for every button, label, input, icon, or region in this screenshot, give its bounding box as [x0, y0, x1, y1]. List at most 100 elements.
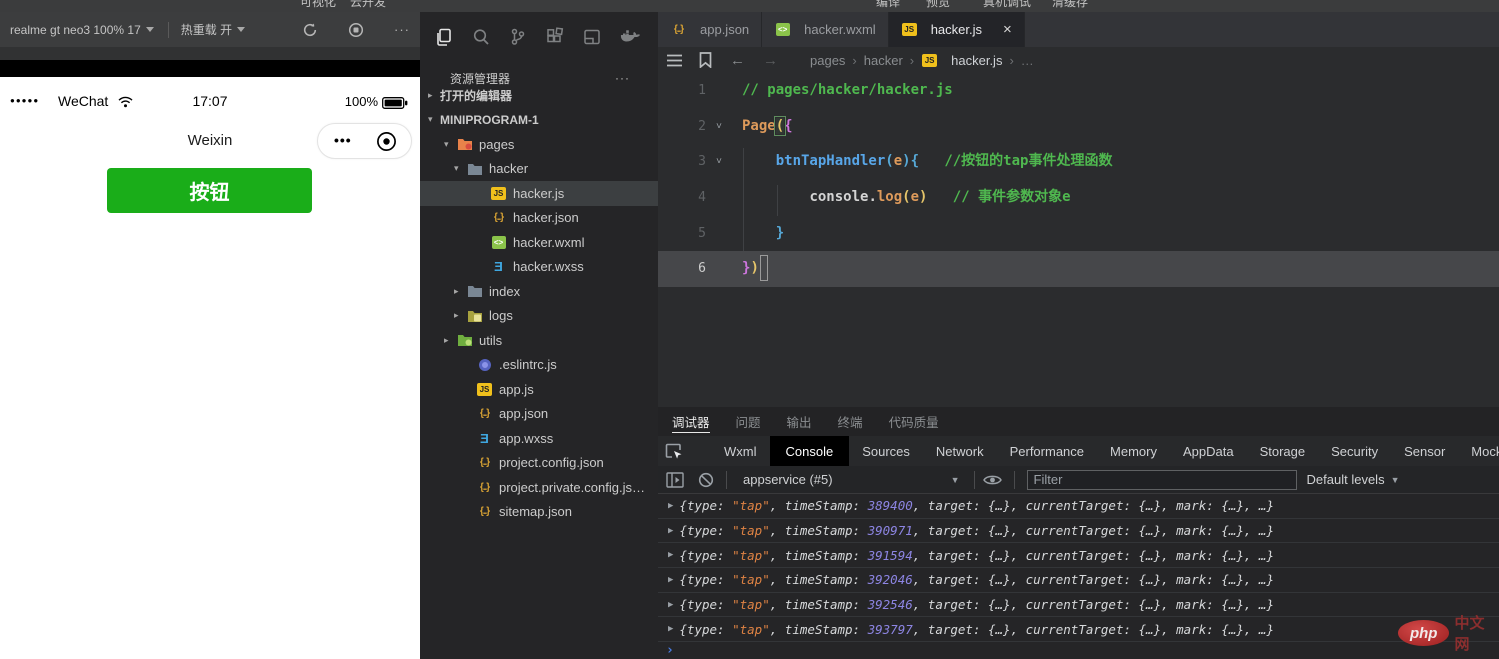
device-selector-dropdown[interactable]: realme gt neo3 100% 17 — [10, 23, 154, 37]
expand-triangle-icon[interactable]: ▶ — [668, 624, 673, 634]
bookmark-icon[interactable] — [699, 52, 712, 68]
code-editor[interactable]: 1 // pages/hacker/hacker.js 2 ˅ Page({3 ˅ btn… — [658, 73, 1499, 407]
tree-item-hacker.json[interactable]: {..} hacker.json — [420, 206, 658, 231]
panel-tab-输出[interactable]: 输出 — [787, 407, 812, 436]
devtools-tab-mock[interactable]: Mock — [1458, 436, 1499, 466]
inspect-element-icon[interactable] — [658, 443, 691, 460]
console-log-entry[interactable]: ▶ {type: "tap", timeStamp: 392546, target… — [658, 593, 1499, 618]
console-log-entry[interactable]: ▶ {type: "tap", timeStamp: 391594, target… — [658, 543, 1499, 569]
devtools-tab-wxml[interactable]: Wxml — [711, 436, 770, 466]
tree-item-MINIPROGRAM-1[interactable]: ▾ MINIPROGRAM-1 — [420, 108, 658, 133]
source-control-icon[interactable] — [508, 27, 528, 47]
more-options-button[interactable]: ··· — [394, 22, 410, 37]
devtools-tab-memory[interactable]: Memory — [1097, 436, 1170, 466]
tree-item-app.json[interactable]: {..} app.json — [420, 402, 658, 427]
tree-item-hacker[interactable]: ▾ hacker — [420, 157, 658, 182]
expand-triangle-icon[interactable]: ▶ — [668, 501, 673, 511]
show-sidebar-icon[interactable] — [666, 471, 684, 488]
panel-tab-问题[interactable]: 问题 — [736, 407, 761, 436]
console-log-entry[interactable]: ▶ {type: "tap", timeStamp: 392046, target… — [658, 568, 1499, 593]
tree-item-pages[interactable]: ▾ pages — [420, 132, 658, 157]
chevron-down-icon — [145, 27, 154, 32]
editor-tab-hacker.wxml[interactable]: <> hacker.wxml — [762, 12, 889, 47]
clear-console-icon[interactable] — [698, 472, 714, 488]
tree-item-hacker.wxml[interactable]: <> hacker.wxml — [420, 230, 658, 255]
console-filter-input[interactable] — [1026, 469, 1297, 490]
expand-triangle-icon[interactable]: ▶ — [668, 600, 673, 610]
breadcrumb-tail[interactable]: … — [1021, 53, 1034, 68]
tree-item-label: hacker.wxml — [513, 234, 585, 250]
json-icon: {..} — [673, 24, 684, 35]
menu-item-preview[interactable]: 预览 — [926, 0, 950, 10]
tree-item-app.js[interactable]: JS app.js — [420, 377, 658, 402]
docker-icon[interactable] — [619, 28, 641, 46]
breadcrumb-folder[interactable]: hacker — [864, 53, 903, 68]
search-icon[interactable] — [471, 27, 491, 47]
console-log-entry[interactable]: ▶ {type: "tap", timeStamp: 393797, target… — [658, 617, 1499, 643]
outline-list-icon[interactable] — [666, 53, 683, 68]
json-icon: {..} — [479, 408, 490, 420]
capsule-more-button[interactable]: ••• — [334, 132, 352, 148]
menu-item-clear-cache[interactable]: 清缓存 — [1052, 0, 1088, 10]
extensions-icon[interactable] — [545, 27, 565, 47]
devtools-tab-sensor[interactable]: Sensor — [1391, 436, 1458, 466]
devtools-tab-performance[interactable]: Performance — [997, 436, 1097, 466]
layout-panel-icon[interactable] — [582, 27, 602, 47]
php-cn-watermark: php 中文网 — [1398, 612, 1499, 654]
refresh-icon[interactable] — [302, 22, 318, 38]
breadcrumb-file[interactable]: hacker.js — [951, 53, 1002, 68]
expand-triangle-icon[interactable]: ▶ — [668, 575, 673, 585]
editor-tab-app.json[interactable]: {..} app.json — [658, 12, 763, 47]
devtools-tab-sources[interactable]: Sources — [849, 436, 923, 466]
tree-item--[interactable]: ▸ 打开的编辑器 — [420, 83, 658, 108]
execution-context-dropdown[interactable]: appservice (#5) ▼ — [743, 472, 960, 487]
log-levels-dropdown[interactable]: Default levels ▼ — [1307, 472, 1400, 487]
nav-forward-arrow[interactable]: → — [763, 52, 778, 69]
tree-item-label: utils — [479, 332, 503, 348]
panel-tab-调试器[interactable]: 调试器 — [672, 407, 710, 436]
editor-tab-label: hacker.js — [930, 22, 982, 37]
miniprogram-tap-button[interactable]: 按钮 — [107, 168, 312, 213]
tree-item-.eslintrc.js[interactable]: .eslintrc.js — [420, 353, 658, 378]
tree-item-project.private.config.js-[interactable]: {..} project.private.config.js… — [420, 475, 658, 500]
tree-item-index[interactable]: ▸ index — [420, 279, 658, 304]
menu-item[interactable]: 云开发 — [350, 0, 386, 10]
chevron-right-icon: ▸ — [444, 334, 449, 345]
close-tab-icon[interactable]: × — [1003, 21, 1012, 38]
files-icon[interactable] — [434, 27, 454, 47]
tree-item-hacker.js[interactable]: JS hacker.js — [420, 181, 658, 206]
hot-reload-dropdown[interactable]: 热重载 开 — [181, 21, 246, 38]
tree-item-project.config.json[interactable]: {..} project.config.json — [420, 451, 658, 476]
devtools-tab-console[interactable]: Console — [769, 436, 850, 466]
panel-tab-终端[interactable]: 终端 — [838, 407, 863, 436]
devtools-tab-storage[interactable]: Storage — [1247, 436, 1319, 466]
tree-item-utils[interactable]: ▸ utils — [420, 328, 658, 353]
console-log-entry[interactable]: ▶ {type: "tap", timeStamp: 390971, target… — [658, 519, 1499, 544]
nav-back-arrow[interactable]: ← — [730, 52, 745, 69]
fold-chevron-icon[interactable]: ˅ — [716, 144, 722, 180]
console-prompt[interactable]: › — [658, 642, 1499, 659]
devtools-tab-security[interactable]: Security — [1318, 436, 1391, 466]
panel-tab-代码质量[interactable]: 代码质量 — [889, 407, 939, 436]
editor-tab-hacker.js[interactable]: JS hacker.js × — [888, 12, 1025, 47]
tree-item-sitemap.json[interactable]: {..} sitemap.json — [420, 500, 658, 525]
capsule-close-target-icon[interactable] — [376, 131, 397, 157]
menu-item-remote-debug[interactable]: 真机调试 — [983, 0, 1031, 10]
breadcrumb-folder[interactable]: pages — [810, 53, 845, 68]
fold-chevron-icon[interactable]: ˅ — [716, 109, 722, 145]
expand-triangle-icon[interactable]: ▶ — [668, 526, 673, 536]
devtools-tab-network[interactable]: Network — [923, 436, 997, 466]
expand-triangle-icon[interactable]: ▶ — [668, 550, 673, 560]
tree-item-app.wxss[interactable]: Ǝapp.wxss — [420, 426, 658, 451]
tree-item-logs[interactable]: ▸ logs — [420, 304, 658, 329]
js-file-icon: JS — [921, 53, 938, 68]
js-icon: JS — [490, 186, 507, 201]
console-log-entry[interactable]: ▶ {type: "tap", timeStamp: 389400, target… — [658, 494, 1499, 519]
devtools-tabs: Wxml Console Sources Network Performance Memo… — [658, 436, 1499, 466]
menu-item[interactable]: 可视化 — [300, 0, 336, 10]
devtools-tab-appdata[interactable]: AppData — [1170, 436, 1247, 466]
eye-icon[interactable] — [982, 473, 1002, 487]
menu-item-compile[interactable]: 编译 — [876, 0, 900, 10]
record-stop-icon[interactable] — [348, 22, 364, 38]
tree-item-hacker.wxss[interactable]: Ǝhacker.wxss — [420, 255, 658, 280]
